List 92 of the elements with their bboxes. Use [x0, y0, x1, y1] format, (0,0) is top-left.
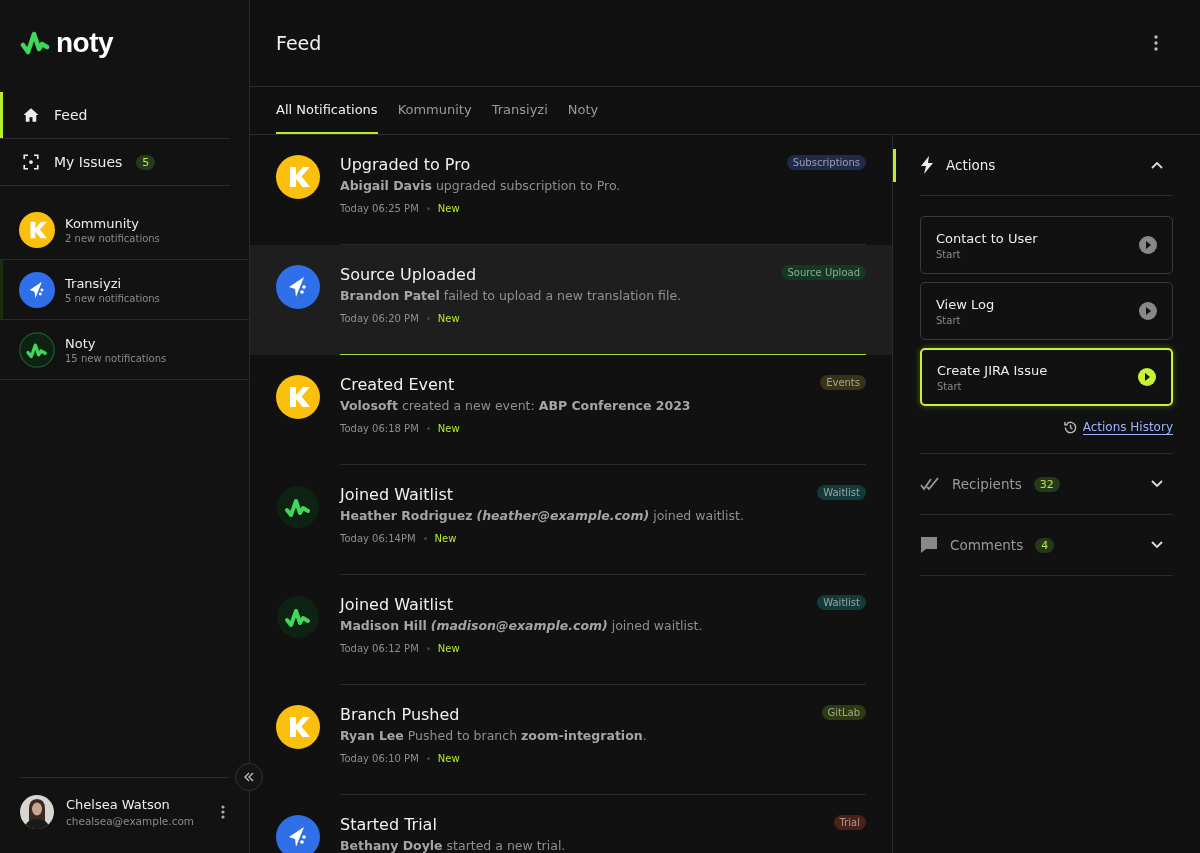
notification-message: Madison Hill (madison@example.com) joined waitlist. — [340, 618, 704, 633]
pulse-logo-icon — [276, 595, 320, 639]
pulse-logo-icon — [276, 485, 320, 529]
brand-name: noty — [56, 27, 114, 59]
workspace-subtitle: 15 new notifications — [65, 352, 167, 364]
notification-title: Started Trial — [340, 815, 437, 834]
category-tag: Waitlist — [817, 595, 866, 610]
k-logo-icon — [276, 375, 320, 419]
notification-message: Brandon Patel failed to upload a new translation file. — [340, 288, 683, 303]
timestamp: Today 06:25 PM — [340, 203, 419, 214]
category-tag: Subscriptions — [786, 155, 866, 170]
status-label: New — [434, 533, 457, 544]
home-icon — [22, 106, 40, 124]
collapse-button[interactable] — [235, 763, 263, 791]
tab[interactable]: Transiyzi — [491, 87, 548, 134]
paper-plane-icon — [19, 271, 55, 308]
notification-message: Heather Rodriguez (heather@example.com) joined waitlist. — [340, 508, 745, 523]
user-name: Chelsea Watson — [66, 797, 171, 812]
status-label: New — [437, 753, 460, 764]
notification-row[interactable]: Joined Waitlist Waitlist Madison Hill (madison@example.com) joined waitlist. Today 06:12 PM New — [250, 575, 892, 685]
notification-message: Abigail Davis upgraded subscription to Pro. — [340, 178, 622, 193]
category-tag: Source Upload — [781, 265, 866, 280]
workspace-subtitle: 5 new notifications — [65, 292, 160, 304]
action-card[interactable]: Contact to User Start — [920, 216, 1173, 274]
workspace-name: Transiyzi — [65, 275, 123, 291]
pulse-logo-icon — [20, 30, 50, 56]
user-email: chealsea@example.com — [66, 815, 196, 827]
section-header[interactable]: Recipients 32 — [920, 454, 1173, 515]
category-tag: Trial — [833, 815, 866, 830]
chevron-down-icon — [1151, 541, 1163, 549]
nav-item[interactable]: Feed — [0, 92, 230, 139]
notification-row[interactable]: Started Trial Trial Bethany Doyle started a new trial. — [250, 795, 892, 853]
play-icon — [1139, 302, 1157, 320]
chevron-down-icon — [1151, 480, 1163, 488]
tab[interactable]: Noty — [567, 87, 599, 134]
k-logo-icon — [19, 211, 55, 248]
chevron-up-icon — [1151, 161, 1163, 169]
status-label: New — [437, 423, 460, 434]
workspace-item[interactable]: Noty 15 new notifications — [0, 320, 250, 380]
history-icon — [1062, 420, 1078, 435]
notification-row[interactable]: Joined Waitlist Waitlist Heather Rodriguez (heather@example.com) joined waitlist. Today 06:14PM New — [250, 465, 892, 575]
count-badge: 5 — [136, 154, 156, 170]
workspace-item[interactable]: Kommunity 2 new notifications — [0, 200, 250, 260]
paper-plane-icon — [276, 265, 320, 309]
play-icon — [1138, 368, 1156, 386]
workspace-name: Noty — [65, 335, 97, 351]
tab[interactable]: Kommunity — [397, 87, 472, 134]
section-header[interactable]: Comments 4 — [920, 515, 1173, 576]
workspace-subtitle: 2 new notifications — [65, 232, 160, 244]
double-chevron-left-icon — [243, 771, 255, 783]
focus-icon — [22, 153, 40, 171]
notification-title: Created Event — [340, 375, 455, 394]
notification-title: Source Uploaded — [340, 265, 477, 284]
timestamp: Today 06:14PM — [340, 533, 416, 544]
notification-message: Bethany Doyle started a new trial. — [340, 838, 567, 853]
page-title: Feed — [276, 32, 322, 54]
double-check-icon — [920, 477, 940, 491]
notification-row[interactable]: Branch Pushed GitLab Ryan Lee Pushed to branch zoom-integration. Today 06:10 PM New — [250, 685, 892, 795]
k-logo-icon — [276, 705, 320, 749]
notification-title: Branch Pushed — [340, 705, 460, 724]
comment-icon — [920, 536, 938, 554]
category-tag: Events — [820, 375, 866, 390]
play-icon — [1139, 236, 1157, 254]
k-logo-icon — [276, 155, 320, 199]
count-badge: 32 — [1033, 476, 1060, 492]
workspace-item[interactable]: Transiyzi 5 new notifications — [0, 260, 250, 320]
actions-history-link[interactable]: Actions History — [1082, 420, 1173, 435]
workspace-name: Kommunity — [65, 215, 141, 231]
paper-plane-icon — [276, 815, 320, 853]
notification-title: Joined Waitlist — [340, 485, 453, 504]
notification-row[interactable]: Source Uploaded Source Upload Brandon Patel failed to upload a new translation file. Today 06:20 PM New — [250, 245, 892, 355]
category-tag: Waitlist — [817, 485, 866, 500]
notification-message: Ryan Lee Pushed to branch zoom-integration. — [340, 728, 648, 743]
notification-title: Joined Waitlist — [340, 595, 453, 614]
notification-row[interactable]: Created Event Events Volosoft created a new event: ABP Conference 2023 Today 06:18 PM New — [250, 355, 892, 465]
tab[interactable]: All Notifications — [276, 87, 378, 134]
category-tag: GitLab — [821, 705, 866, 720]
count-badge: 4 — [1035, 537, 1055, 553]
status-label: New — [437, 643, 460, 654]
lightning-icon — [920, 156, 934, 174]
timestamp: Today 06:12 PM — [340, 643, 419, 654]
action-card[interactable]: View Log Start — [920, 282, 1173, 340]
status-label: New — [437, 313, 460, 324]
action-card[interactable]: Create JIRA Issue Start — [920, 348, 1173, 406]
timestamp: Today 06:18 PM — [340, 423, 419, 434]
pulse-logo-icon — [19, 331, 55, 368]
status-label: New — [437, 203, 460, 214]
notification-title: Upgraded to Pro — [340, 155, 471, 174]
timestamp: Today 06:10 PM — [340, 753, 419, 764]
timestamp: Today 06:20 PM — [340, 313, 419, 324]
nav-item[interactable]: My Issues 5 — [0, 139, 230, 186]
notification-message: Volosoft created a new event: ABP Conference 2023 — [340, 398, 692, 413]
